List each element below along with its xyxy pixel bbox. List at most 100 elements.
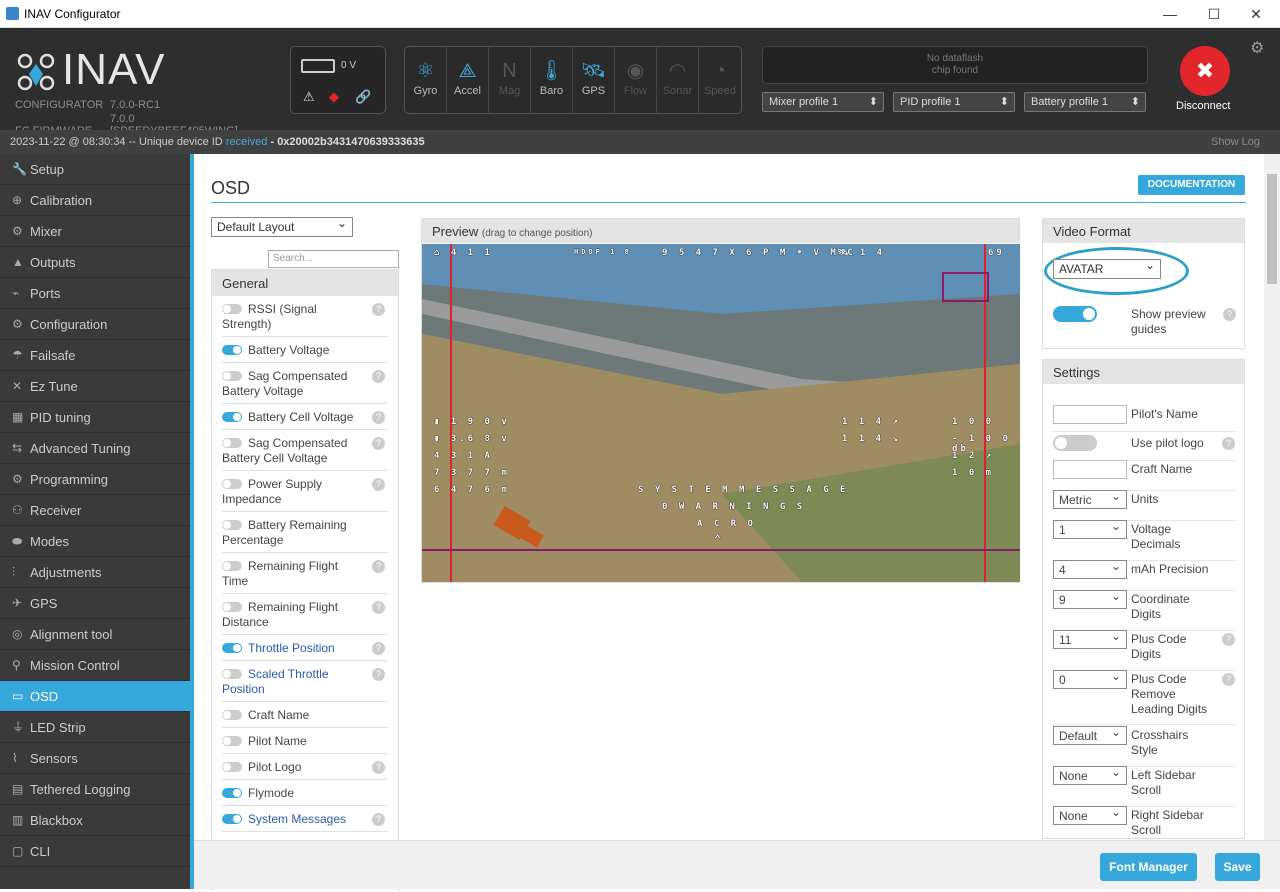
sidebar-item-mixer[interactable]: ⚙ Mixer xyxy=(0,216,190,247)
battery-profile-select[interactable]: Battery profile 1 xyxy=(1024,92,1146,112)
sidebar-item-outputs[interactable]: ▲ Outputs xyxy=(0,247,190,278)
element-toggle[interactable] xyxy=(222,304,242,314)
osd-distance[interactable]: 7 3 7 7 m xyxy=(434,468,510,478)
help-icon[interactable]: ? xyxy=(372,478,385,491)
show-guides-toggle[interactable] xyxy=(1053,306,1097,322)
help-icon[interactable]: ? xyxy=(372,668,385,681)
sidebar-item-cli[interactable]: ▢ CLI xyxy=(0,836,190,867)
osd-speed-2[interactable]: 1 1 4 ↘ xyxy=(842,434,901,444)
element-toggle[interactable] xyxy=(222,814,242,824)
osd-speed[interactable]: 1 1 4 ↗ xyxy=(842,417,901,427)
help-icon[interactable]: ? xyxy=(372,437,385,450)
mixer-profile-select[interactable]: Mixer profile 1 xyxy=(762,92,884,112)
help-icon[interactable]: ? xyxy=(372,370,385,383)
layout-select[interactable]: Default Layout xyxy=(211,216,353,237)
setting-select[interactable]: 0 xyxy=(1053,669,1127,689)
element-toggle[interactable] xyxy=(222,669,242,679)
help-icon[interactable]: ? xyxy=(372,601,385,614)
sidebar-item-configuration[interactable]: ⚙ Configuration xyxy=(0,309,190,340)
sidebar-item-advanced-tuning[interactable]: ⇆ Advanced Tuning xyxy=(0,433,190,464)
help-icon[interactable]: ? xyxy=(372,642,385,655)
osd-sats[interactable]: 🛰 1 4 xyxy=(837,248,885,258)
setting-text-input[interactable] xyxy=(1053,405,1127,424)
help-icon[interactable]: ? xyxy=(1222,437,1235,450)
sidebar-item-programming[interactable]: ⚙ Programming xyxy=(0,464,190,495)
sidebar-item-sensors[interactable]: ⌇ Sensors xyxy=(0,743,190,774)
osd-vario[interactable]: 1 2 ↗ xyxy=(952,451,994,461)
osd-top-right[interactable]: 69 xyxy=(988,248,1005,258)
setting-select[interactable]: 11 xyxy=(1053,629,1127,649)
sidebar-item-blackbox[interactable]: ▥ Blackbox xyxy=(0,805,190,836)
show-log-link[interactable]: Show Log xyxy=(1211,130,1260,154)
sidebar-item-failsafe[interactable]: ☂ Failsafe xyxy=(0,340,190,371)
osd-hdop[interactable]: HDOP 1 8 xyxy=(574,248,632,256)
element-toggle[interactable] xyxy=(222,438,242,448)
sidebar-item-osd[interactable]: ▭ OSD xyxy=(0,681,190,712)
sidebar-item-led-strip[interactable]: ⏚ LED Strip xyxy=(0,712,190,743)
help-icon[interactable]: ? xyxy=(372,813,385,826)
osd-alt-right[interactable]: 1 0 m xyxy=(952,468,994,478)
osd-altitude[interactable]: 6 4 7 6 m xyxy=(434,485,510,495)
disconnect-button[interactable]: ✖ xyxy=(1180,46,1230,96)
maximize-button[interactable]: ☐ xyxy=(1199,4,1229,24)
setting-select[interactable]: 9 xyxy=(1053,589,1127,609)
element-toggle[interactable] xyxy=(222,412,242,422)
sidebar-item-pid-tuning[interactable]: ▦ PID tuning xyxy=(0,402,190,433)
sidebar-item-ports[interactable]: ⌁ Ports xyxy=(0,278,190,309)
help-icon[interactable]: ? xyxy=(372,761,385,774)
sidebar-item-alignment-tool[interactable]: ◎ Alignment tool xyxy=(0,619,190,650)
setting-select[interactable]: None xyxy=(1053,765,1127,785)
element-toggle[interactable] xyxy=(222,561,242,571)
documentation-button[interactable]: DOCUMENTATION xyxy=(1138,175,1245,195)
sidebar-item-receiver[interactable]: ⚇ Receiver xyxy=(0,495,190,526)
element-toggle[interactable] xyxy=(222,602,242,612)
element-toggle[interactable] xyxy=(222,788,242,798)
sidebar-item-adjustments[interactable]: ⫶ Adjustments xyxy=(0,557,190,588)
osd-link-quality[interactable]: 1 0 0 xyxy=(952,417,994,427)
save-button[interactable]: Save xyxy=(1215,853,1260,881)
osd-warnings[interactable]: 0 W A R N I N G S xyxy=(662,502,805,512)
element-toggle[interactable] xyxy=(222,371,242,381)
element-toggle[interactable] xyxy=(222,762,242,772)
help-icon[interactable]: ? xyxy=(372,411,385,424)
osd-current[interactable]: 4 3 1 A xyxy=(434,451,493,461)
help-icon[interactable]: ? xyxy=(1223,308,1236,321)
setting-toggle[interactable] xyxy=(1053,435,1097,451)
scrollbar-thumb[interactable] xyxy=(1267,174,1277,284)
osd-cell-voltage[interactable]: ▮ 3.6 8 v xyxy=(434,434,510,444)
sidebar-item-gps[interactable]: ✈ GPS xyxy=(0,588,190,619)
help-icon[interactable]: ? xyxy=(1222,673,1235,686)
setting-select[interactable]: 1 xyxy=(1053,519,1127,539)
sidebar-item-setup[interactable]: 🔧 Setup xyxy=(0,154,190,185)
element-toggle[interactable] xyxy=(222,736,242,746)
sidebar-item-mission-control[interactable]: ⚲ Mission Control xyxy=(0,650,190,681)
font-manager-button[interactable]: Font Manager xyxy=(1100,853,1197,881)
help-icon[interactable]: ? xyxy=(372,303,385,316)
setting-text-input[interactable] xyxy=(1053,460,1127,479)
pid-profile-select[interactable]: PID profile 1 xyxy=(893,92,1015,112)
help-icon[interactable]: ? xyxy=(1222,633,1235,646)
setting-select[interactable]: Metric xyxy=(1053,489,1127,509)
osd-search-input[interactable]: Search... xyxy=(268,250,399,268)
setting-select[interactable]: None xyxy=(1053,805,1127,825)
sidebar-item-modes[interactable]: ⬬ Modes xyxy=(0,526,190,557)
element-toggle[interactable] xyxy=(222,520,242,530)
sidebar-item-tethered-logging[interactable]: ▤ Tethered Logging xyxy=(0,774,190,805)
element-toggle[interactable] xyxy=(222,345,242,355)
help-icon[interactable]: ? xyxy=(372,560,385,573)
osd-plus-code[interactable]: 9 5 4 7 X 6 P M • V M C xyxy=(662,248,856,258)
osd-voltage[interactable]: ▮ 1 9 0 v xyxy=(434,417,510,427)
close-button[interactable]: ✕ xyxy=(1241,4,1271,24)
element-toggle[interactable] xyxy=(222,643,242,653)
osd-crosshair[interactable]: ⌃ xyxy=(714,532,724,546)
osd-flymode[interactable]: A C R O xyxy=(697,519,756,529)
osd-system-message[interactable]: S Y S T E M M E S S A G E xyxy=(638,485,848,495)
sidebar-item-calibration[interactable]: ⊕ Calibration xyxy=(0,185,190,216)
element-toggle[interactable] xyxy=(222,710,242,720)
osd-preview-image[interactable]: ⌂ 4 1 1 HDOP 1 8 9 5 4 7 X 6 P M • V M C… xyxy=(422,244,1020,582)
sidebar-item-ez-tune[interactable]: ✕ Ez Tune xyxy=(0,371,190,402)
content-scrollbar[interactable] xyxy=(1264,154,1280,840)
setting-select[interactable]: Default xyxy=(1053,725,1127,745)
osd-top-left[interactable]: ⌂ 4 1 1 xyxy=(434,248,493,258)
disconnect-label[interactable]: Disconnect xyxy=(1176,100,1230,112)
